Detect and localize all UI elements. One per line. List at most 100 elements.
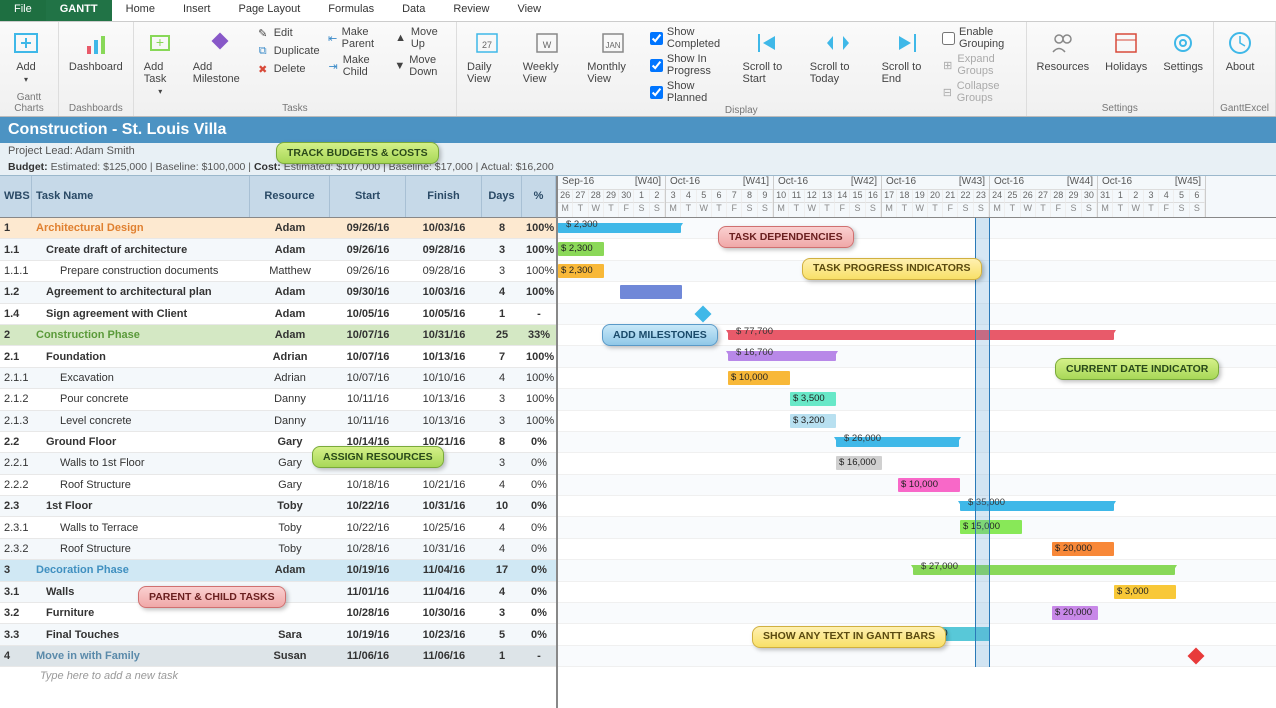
gantt-row: $ 3,200 xyxy=(558,411,1276,432)
gantt-row: $ 15,000 xyxy=(558,517,1276,538)
addmilestone-button[interactable]: Add Milestone xyxy=(189,25,248,87)
edit-button[interactable]: ✎Edit xyxy=(256,25,320,41)
svg-text:27: 27 xyxy=(482,40,492,50)
col-pct[interactable]: % xyxy=(522,176,556,217)
duplicate-button[interactable]: ⧉Duplicate xyxy=(256,43,320,59)
milestone-marker[interactable] xyxy=(1188,647,1205,664)
task-row[interactable]: 3.3Final TouchesSara10/19/1610/23/1650% xyxy=(0,624,556,645)
task-row[interactable]: 4Move in with FamilySusan11/06/1611/06/1… xyxy=(0,646,556,667)
moveup-button[interactable]: ▲Move Up xyxy=(394,25,450,51)
task-row[interactable]: 2.3.2Roof StructureToby10/28/1610/31/164… xyxy=(0,539,556,560)
col-wbs[interactable]: WBS xyxy=(0,176,32,217)
enablegrouping-checkbox[interactable]: Enable Grouping xyxy=(942,25,1020,51)
task-row[interactable]: 1.1Create draft of architectureAdam09/26… xyxy=(0,239,556,260)
settings-button[interactable]: Settings xyxy=(1159,25,1207,75)
gantt-bar[interactable] xyxy=(620,285,682,299)
task-row[interactable]: 1.2Agreement to architectural planAdam09… xyxy=(0,282,556,303)
scroll-end-icon xyxy=(890,27,922,59)
about-button[interactable]: About xyxy=(1220,25,1260,75)
menu-file[interactable]: File xyxy=(0,0,46,21)
scrolltoday-button[interactable]: Scroll to Today xyxy=(806,25,870,87)
collapsegroups-button[interactable]: ⊟Collapse Groups xyxy=(942,79,1020,105)
gantt-bar[interactable]: $ 2,300 xyxy=(558,242,604,256)
addtask-button[interactable]: +Add Task▾ xyxy=(140,25,181,98)
gantt-bar[interactable]: $ 16,000 xyxy=(836,456,882,470)
add-task-row[interactable]: Type here to add a new task xyxy=(0,667,556,685)
dailyview-button[interactable]: 27Daily View xyxy=(463,25,511,87)
gantt-bar[interactable]: $ 10,000 xyxy=(728,371,790,385)
showplanned-checkbox[interactable]: Show Planned xyxy=(650,79,731,105)
menu-gantt[interactable]: GANTT xyxy=(46,0,112,21)
gantt-bars: $ 2,300$ 2,300$ 2,300$ 77,700$ 16,700$ 1… xyxy=(558,218,1276,667)
task-row[interactable]: 2.1FoundationAdrian10/07/1610/13/167100% xyxy=(0,346,556,367)
expandgroups-button[interactable]: ⊞Expand Groups xyxy=(942,52,1020,78)
gantt-bar[interactable] xyxy=(728,330,1114,340)
col-task[interactable]: Task Name xyxy=(32,176,250,217)
showinprogress-checkbox[interactable]: Show In Progress xyxy=(650,52,731,78)
group-charts: Gantt Charts xyxy=(6,92,52,115)
gantt-row xyxy=(558,646,1276,667)
col-resource[interactable]: Resource xyxy=(250,176,330,217)
col-start[interactable]: Start xyxy=(330,176,406,217)
milestone-marker[interactable] xyxy=(695,305,712,322)
callout-parent: PARENT & CHILD TASKS xyxy=(138,586,286,608)
task-row[interactable]: 2.31st FloorToby10/22/1610/31/16100% xyxy=(0,496,556,517)
menu-home[interactable]: Home xyxy=(112,0,169,21)
gear-icon xyxy=(1167,27,1199,59)
add-button[interactable]: Add▾ xyxy=(6,25,46,86)
menu-formulas[interactable]: Formulas xyxy=(314,0,388,21)
gantt-row xyxy=(558,282,1276,303)
menu-view[interactable]: View xyxy=(503,0,555,21)
down-icon: ▼ xyxy=(394,59,405,73)
gantt-bar[interactable]: $ 3,200 xyxy=(790,414,836,428)
gantt-bar[interactable]: $ 20,000 xyxy=(1052,606,1098,620)
gantt-bar[interactable]: $ 2,300 xyxy=(558,264,604,278)
gantt-bar[interactable]: $ 10,000 xyxy=(898,478,960,492)
gantt-row: $ 26,000 xyxy=(558,432,1276,453)
showcompleted-checkbox[interactable]: Show Completed xyxy=(650,25,731,51)
duplicate-icon: ⧉ xyxy=(256,44,270,58)
svg-text:JAN: JAN xyxy=(605,41,620,50)
task-row[interactable]: 2.2Ground FloorGary10/14/1610/21/1680% xyxy=(0,432,556,453)
gantt-bar[interactable]: $ 15,000 xyxy=(960,520,1022,534)
calendar-month-icon: JAN xyxy=(597,27,629,59)
delete-button[interactable]: ✖Delete xyxy=(256,61,320,77)
task-row[interactable]: 2.1.2Pour concreteDanny10/11/1610/13/163… xyxy=(0,389,556,410)
col-days[interactable]: Days xyxy=(482,176,522,217)
gantt-row: $ 16,000 xyxy=(558,453,1276,474)
menu-insert[interactable]: Insert xyxy=(169,0,225,21)
makeparent-button[interactable]: ⇤Make Parent xyxy=(328,25,387,51)
task-row[interactable]: 2.2.2Roof StructureGary10/18/1610/21/164… xyxy=(0,475,556,496)
col-finish[interactable]: Finish xyxy=(406,176,482,217)
gantt-bar[interactable]: $ 3,500 xyxy=(790,392,836,406)
task-row[interactable]: 2Construction PhaseAdam10/07/1610/31/162… xyxy=(0,325,556,346)
scrollstart-button[interactable]: Scroll to Start xyxy=(738,25,797,87)
task-row[interactable]: 1.4Sign agreement with ClientAdam10/05/1… xyxy=(0,304,556,325)
resources-button[interactable]: Resources xyxy=(1033,25,1094,75)
gantt-row xyxy=(558,304,1276,325)
menu-pagelayout[interactable]: Page Layout xyxy=(224,0,314,21)
task-row[interactable]: 3Decoration PhaseAdam10/19/1611/04/16170… xyxy=(0,560,556,581)
weeklyview-button[interactable]: WWeekly View xyxy=(519,25,576,87)
task-row[interactable]: 2.1.3Level concreteDanny10/11/1610/13/16… xyxy=(0,411,556,432)
task-row[interactable]: 1.1.1Prepare construction documentsMatth… xyxy=(0,261,556,282)
people-icon xyxy=(1047,27,1079,59)
task-row[interactable]: 2.1.1ExcavationAdrian10/07/1610/10/16410… xyxy=(0,368,556,389)
task-row[interactable]: 1Architectural DesignAdam09/26/1610/03/1… xyxy=(0,218,556,239)
gantt-bar[interactable]: $ 3,000 xyxy=(1114,585,1176,599)
menu-review[interactable]: Review xyxy=(439,0,503,21)
gantt-row: $ 35,000 xyxy=(558,496,1276,517)
monthlyview-button[interactable]: JANMonthly View xyxy=(583,25,642,87)
menu-data[interactable]: Data xyxy=(388,0,439,21)
about-icon xyxy=(1224,27,1256,59)
task-row[interactable]: 2.2.1Walls to 1st FloorGary30% xyxy=(0,453,556,474)
dashboard-button[interactable]: Dashboard xyxy=(65,25,127,75)
up-icon: ▲ xyxy=(394,31,406,45)
scrollend-button[interactable]: Scroll to End xyxy=(878,25,934,87)
task-row[interactable]: 2.3.1Walls to TerraceToby10/22/1610/25/1… xyxy=(0,517,556,538)
holidays-button[interactable]: Holidays xyxy=(1101,25,1151,75)
makechild-button[interactable]: ⇥Make Child xyxy=(328,53,387,79)
movedown-button[interactable]: ▼Move Down xyxy=(394,53,450,79)
gantt-bar[interactable]: $ 20,000 xyxy=(1052,542,1114,556)
callout-budgets: TRACK BUDGETS & COSTS xyxy=(276,142,439,164)
